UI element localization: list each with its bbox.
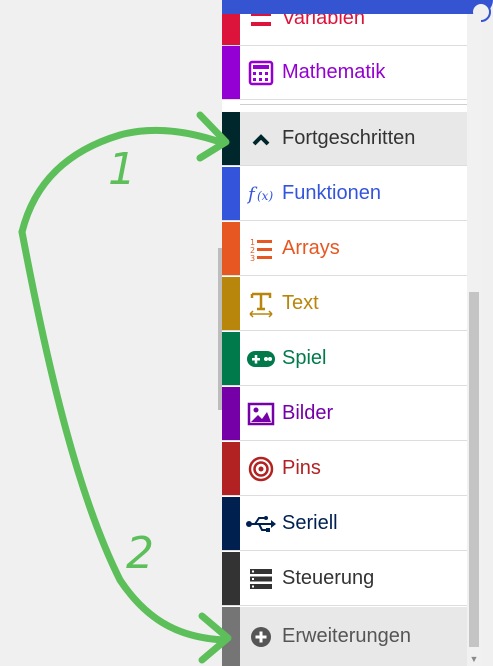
category-arrays[interactable]: 1 2 3 Arrays bbox=[222, 222, 467, 276]
category-erweiterungen[interactable]: Erweiterungen bbox=[222, 607, 467, 666]
category-text[interactable]: Text bbox=[222, 277, 467, 331]
category-label: Text bbox=[282, 292, 319, 314]
scrollbar[interactable]: ▼ bbox=[467, 14, 481, 666]
gamepad-icon bbox=[240, 348, 282, 370]
server-icon bbox=[240, 567, 282, 591]
function-icon: f (x) bbox=[240, 181, 282, 207]
calculator-icon bbox=[240, 60, 282, 86]
category-fortgeschritten[interactable]: Fortgeschritten bbox=[222, 112, 467, 166]
ordered-list-icon: 1 2 3 bbox=[240, 236, 282, 262]
category-spiel[interactable]: Spiel bbox=[222, 332, 467, 386]
category-seriell[interactable]: Seriell bbox=[222, 497, 467, 551]
category-funktionen[interactable]: f (x) Funktionen bbox=[222, 167, 467, 221]
scrollbar-thumb[interactable] bbox=[469, 292, 479, 647]
category-color-stripe bbox=[222, 46, 240, 99]
toolbox-category-menu: Variablen Mathematik Fortgeschritten f (x… bbox=[222, 0, 470, 666]
image-icon bbox=[240, 402, 282, 426]
target-icon bbox=[240, 456, 282, 482]
svg-text:(x): (x) bbox=[257, 189, 273, 203]
category-color-stripe bbox=[222, 332, 240, 385]
annotation-number-two: 2 bbox=[126, 528, 154, 579]
category-label: Funktionen bbox=[282, 182, 381, 204]
svg-text:3: 3 bbox=[250, 254, 255, 262]
category-mathematik[interactable]: Mathematik bbox=[222, 46, 467, 100]
category-label: Steuerung bbox=[282, 567, 375, 589]
category-label: Mathematik bbox=[282, 61, 386, 83]
usb-icon bbox=[240, 514, 282, 534]
category-color-stripe bbox=[222, 277, 240, 330]
window-top-bar bbox=[222, 0, 493, 22]
category-color-stripe bbox=[222, 387, 240, 440]
category-label: Fortgeschritten bbox=[282, 127, 416, 149]
category-steuerung[interactable]: Steuerung bbox=[222, 552, 467, 606]
text-icon bbox=[240, 290, 282, 318]
category-color-stripe bbox=[222, 552, 240, 605]
category-color-stripe bbox=[222, 497, 240, 550]
category-label: Spiel bbox=[282, 347, 327, 369]
category-color-stripe bbox=[222, 112, 240, 165]
plus-circle-icon bbox=[240, 625, 282, 649]
scroll-down-arrow-icon[interactable]: ▼ bbox=[469, 654, 479, 664]
category-label: Bilder bbox=[282, 402, 334, 424]
category-label: Seriell bbox=[282, 512, 338, 534]
category-color-stripe bbox=[222, 222, 240, 275]
category-bilder[interactable]: Bilder bbox=[222, 387, 467, 441]
chevron-up-icon bbox=[240, 126, 282, 152]
category-color-stripe bbox=[222, 607, 240, 666]
category-color-stripe bbox=[222, 167, 240, 220]
category-pins[interactable]: Pins bbox=[222, 442, 467, 496]
category-color-stripe bbox=[222, 442, 240, 495]
category-label: Erweiterungen bbox=[282, 625, 411, 647]
category-label: Pins bbox=[282, 457, 321, 479]
arrow-two-path bbox=[18, 228, 228, 644]
annotation-number-one: 1 bbox=[108, 144, 136, 195]
separator bbox=[240, 104, 467, 105]
category-label: Arrays bbox=[282, 237, 340, 259]
